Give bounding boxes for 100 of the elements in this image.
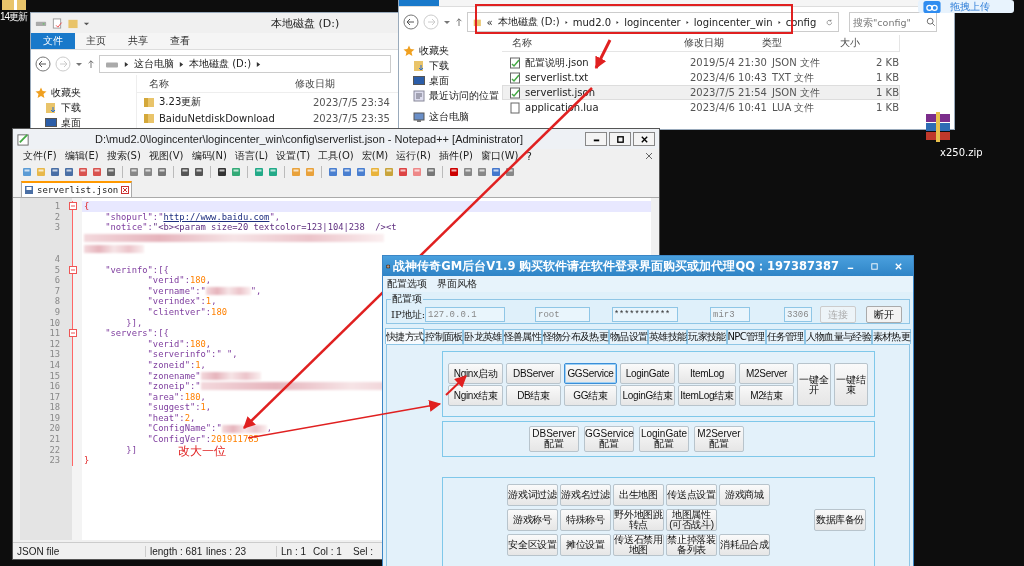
ribbon-tab[interactable]: 查看: [159, 33, 201, 49]
menu-item[interactable]: 窗口(W): [480, 149, 519, 163]
action-button[interactable]: ItemLog结束: [678, 385, 736, 406]
action-button[interactable]: 出生地图: [613, 484, 664, 506]
action-button[interactable]: 消耗品合成: [719, 534, 770, 556]
action-button[interactable]: 摊位设置: [560, 534, 611, 556]
action-button[interactable]: 禁止掉落装备列表: [666, 534, 717, 556]
tab[interactable]: 玩家技能: [687, 329, 727, 344]
column-header[interactable]: 大小: [840, 36, 885, 50]
action-button[interactable]: Nginx启动: [448, 363, 503, 384]
action-button[interactable]: 特殊称号: [560, 509, 611, 531]
tab[interactable]: 物品设置: [608, 329, 649, 344]
action-button[interactable]: GG结束: [564, 385, 617, 406]
action-button[interactable]: 一键结束: [834, 363, 868, 406]
desktop-icon-label[interactable]: x250.zip: [940, 147, 983, 158]
close-icon[interactable]: [121, 186, 130, 194]
menu-item[interactable]: 宏(M): [361, 149, 389, 163]
file-name[interactable]: BaiduNetdiskDownload: [159, 112, 309, 124]
action-button[interactable]: M2Server: [739, 363, 794, 384]
address-bar[interactable]: 这台电脑 本地磁盘 (D:): [99, 55, 391, 73]
tab[interactable]: 怪物分布及热更: [541, 329, 609, 344]
breadcrumb[interactable]: mud2.0: [572, 16, 612, 28]
back-icon[interactable]: [403, 14, 419, 30]
action-button[interactable]: 野外地图跳转点: [613, 509, 664, 531]
action-button[interactable]: 游戏称号: [507, 509, 558, 531]
menu-item[interactable]: 文件(F): [23, 149, 57, 163]
close-button[interactable]: [633, 132, 655, 146]
nav-item[interactable]: 这台电脑: [399, 109, 499, 124]
tab[interactable]: 怪兽属性: [502, 329, 542, 344]
tab[interactable]: 控制面板: [424, 329, 464, 344]
menu-item[interactable]: 搜索(S): [106, 149, 141, 163]
toolbar-icon[interactable]: [193, 166, 205, 178]
menu-item[interactable]: 运行(R): [396, 149, 431, 163]
breadcrumb[interactable]: «: [486, 16, 493, 28]
menu-item[interactable]: 配置选项: [387, 277, 427, 291]
menu-item[interactable]: 编辑(E): [64, 149, 99, 163]
breadcrumb[interactable]: 这台电脑: [134, 57, 174, 71]
back-icon[interactable]: [35, 56, 51, 72]
tab[interactable]: 英雄技能: [648, 329, 688, 344]
backup-button[interactable]: 数据库备份: [814, 509, 866, 531]
toolbar-icon[interactable]: [216, 166, 228, 178]
document-icon[interactable]: [51, 17, 63, 29]
nav-item[interactable]: 桌面: [31, 115, 136, 129]
menu-item[interactable]: 设置(T): [276, 149, 311, 163]
tab[interactable]: 任务管理: [765, 329, 805, 344]
file-name[interactable]: 3.23更新: [159, 95, 309, 109]
action-button[interactable]: 安全区设置: [507, 534, 558, 556]
action-button[interactable]: LoginG结束: [620, 385, 675, 406]
column-header[interactable]: 修改日期: [684, 36, 762, 50]
action-button[interactable]: 传送石禁用地图: [613, 534, 664, 556]
action-button[interactable]: 传送点设置: [666, 484, 717, 506]
menu-item[interactable]: ?: [526, 150, 532, 162]
file-name[interactable]: serverlist.txt: [525, 72, 686, 83]
menu-item[interactable]: 视图(V): [148, 149, 184, 163]
column-header[interactable]: 名称: [512, 36, 684, 50]
tab[interactable]: 素材热更: [871, 329, 912, 344]
action-button[interactable]: 游戏商城: [719, 484, 770, 506]
menu-item[interactable]: 插件(P): [439, 149, 473, 163]
fold-icon[interactable]: [69, 202, 77, 211]
action-button[interactable]: LoginGate: [620, 363, 675, 384]
config-button[interactable]: LoginGate 配置: [639, 426, 689, 452]
minimize-button[interactable]: [585, 132, 607, 146]
tab[interactable]: 人物血量与经验: [804, 329, 872, 344]
config-button[interactable]: DBServer 配置: [529, 426, 579, 452]
config-button[interactable]: GGService 配置: [584, 426, 634, 452]
nav-item[interactable]: 下载: [399, 58, 499, 73]
maximize-button[interactable]: [609, 132, 631, 146]
action-button[interactable]: ItemLog: [678, 363, 736, 384]
column-header[interactable]: 名称: [149, 76, 295, 91]
breadcrumb[interactable]: logincenter_win: [693, 16, 773, 28]
action-button[interactable]: M2结束: [739, 385, 794, 406]
action-button[interactable]: DB结束: [506, 385, 561, 406]
up-arrow-icon[interactable]: [455, 17, 463, 27]
action-button[interactable]: Nginx结束: [448, 385, 503, 406]
archive-icon[interactable]: [924, 112, 952, 142]
nav-item[interactable]: 下载: [31, 100, 136, 115]
input-field[interactable]: ***********: [612, 307, 678, 322]
action-button[interactable]: 游戏名过滤: [560, 484, 611, 506]
ribbon-tab[interactable]: 主页: [75, 33, 117, 49]
upload-button[interactable]: 拖拽上传: [918, 0, 1014, 13]
menu-item[interactable]: 语言(L): [234, 149, 269, 163]
breadcrumb[interactable]: logincenter: [624, 16, 681, 28]
column-header[interactable]: 修改日期: [295, 76, 373, 91]
connection-button[interactable]: 断开: [866, 306, 902, 323]
nav-item[interactable]: 桌面: [399, 73, 499, 88]
desktop-icon-label[interactable]: 14更新: [0, 11, 28, 22]
tab[interactable]: 卧龙英雄: [463, 329, 503, 344]
menu-item[interactable]: 工具(O): [318, 149, 354, 163]
file-tab[interactable]: serverlist.json: [21, 181, 133, 197]
fold-icon[interactable]: [69, 329, 77, 338]
tab[interactable]: NPC管理: [726, 329, 766, 344]
nav-item[interactable]: 收藏夹: [399, 43, 499, 58]
fold-icon[interactable]: [69, 265, 77, 274]
menu-item[interactable]: 编码(N): [191, 149, 227, 163]
search-field[interactable]: 搜索"config": [849, 12, 937, 32]
breadcrumb[interactable]: 本地磁盘 (D:): [189, 57, 252, 71]
toolbar-icon[interactable]: [448, 166, 460, 178]
toolbar-icon[interactable]: [179, 166, 191, 178]
ribbon-tab[interactable]: 文件: [31, 33, 75, 49]
action-button[interactable]: 地图属性(可否战斗): [666, 509, 717, 531]
